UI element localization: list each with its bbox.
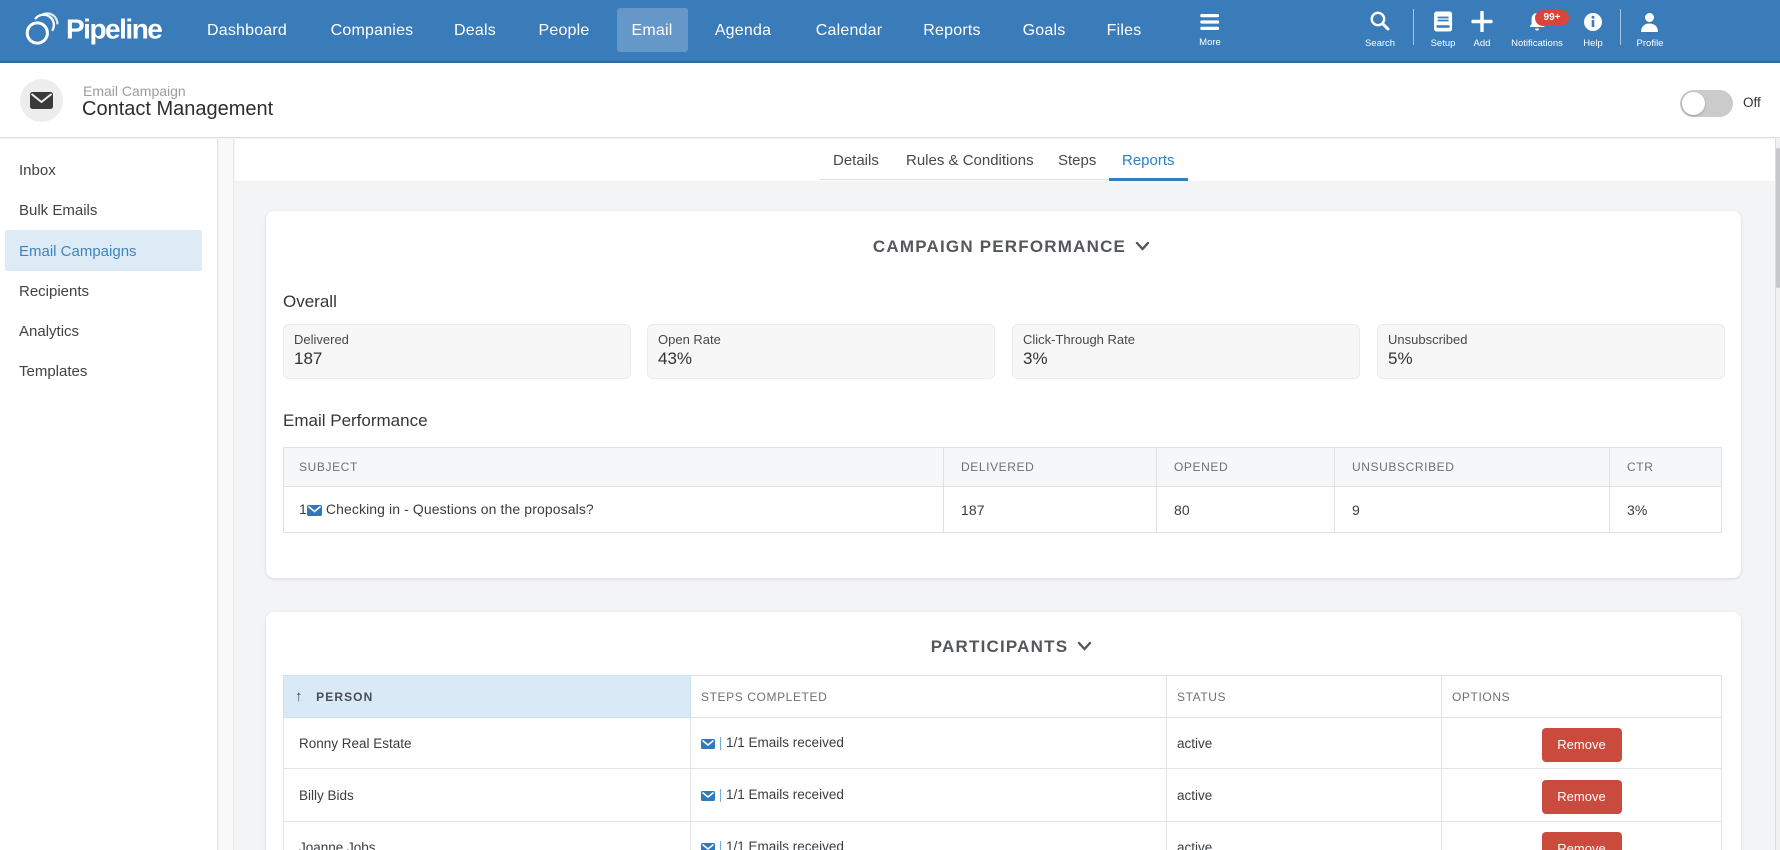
svg-text:Pipeline: Pipeline	[66, 14, 162, 45]
